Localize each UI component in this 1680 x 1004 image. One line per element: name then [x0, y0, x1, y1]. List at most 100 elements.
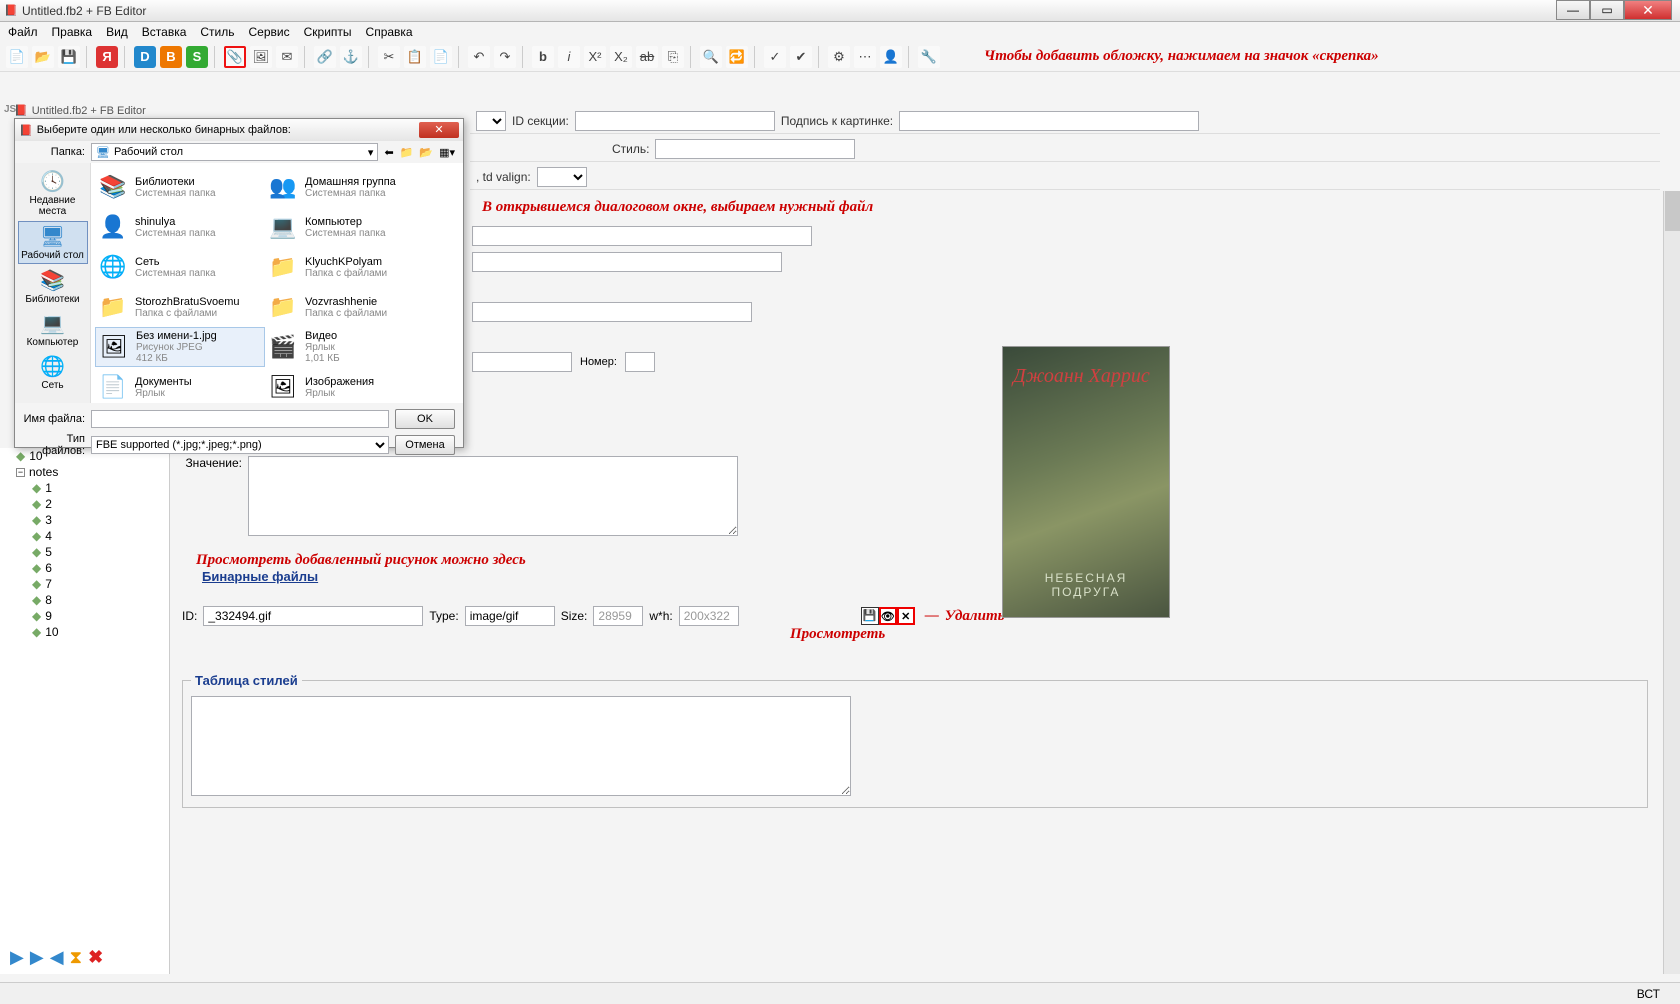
file-item[interactable]: 📄ДокументыЯрлык	[95, 367, 265, 403]
open-icon[interactable]: 📂	[32, 46, 54, 68]
ok-button[interactable]: OK	[395, 409, 455, 429]
find-icon[interactable]: 🔍	[700, 46, 722, 68]
text-input-2[interactable]	[472, 252, 782, 272]
menu-style[interactable]: Стиль	[200, 25, 234, 39]
menu-help[interactable]: Справка	[366, 25, 413, 39]
minimize-button[interactable]: —	[1556, 0, 1590, 20]
menu-view[interactable]: Вид	[106, 25, 128, 39]
side-computer[interactable]: 💻Компьютер	[18, 309, 88, 350]
side-recent[interactable]: 🕓Недавние места	[18, 167, 88, 219]
letter-y-icon[interactable]: Я	[96, 46, 118, 68]
tree-item[interactable]: ◆2	[0, 496, 169, 512]
strikethrough-icon[interactable]: ab	[636, 46, 658, 68]
filetype-select[interactable]: FBE supported (*.jpg;*.jpeg;*.png)	[91, 436, 389, 454]
tree-notes[interactable]: −notes	[0, 464, 169, 480]
copy-icon[interactable]: 📋	[404, 46, 426, 68]
views-icon[interactable]: ▦▾	[439, 146, 455, 159]
binary-type-input[interactable]	[465, 606, 555, 626]
maximize-button[interactable]: ▭	[1590, 0, 1624, 20]
side-libraries[interactable]: 📚Библиотеки	[18, 266, 88, 307]
tool-icon[interactable]: 🔧	[918, 46, 940, 68]
file-item[interactable]: 🖼ИзображенияЯрлык	[265, 367, 435, 403]
settings-icon[interactable]: ⚙	[828, 46, 850, 68]
letter-d-icon[interactable]: D	[134, 46, 156, 68]
anchor-icon[interactable]: ⚓	[340, 46, 362, 68]
link-icon[interactable]: 🔗	[314, 46, 336, 68]
menu-insert[interactable]: Вставка	[142, 25, 187, 39]
delete-binary-icon[interactable]: ✕	[897, 607, 915, 625]
paste-icon[interactable]: 📄	[430, 46, 452, 68]
file-item[interactable]: 🖼Без имени-1.jpgРисунок JPEG412 КБ	[95, 327, 265, 367]
file-item[interactable]: 🌐СетьСистемная папка	[95, 247, 265, 287]
menu-scripts[interactable]: Скрипты	[304, 25, 352, 39]
caption-input[interactable]	[899, 111, 1199, 131]
undo-icon[interactable]: ↶	[468, 46, 490, 68]
tree-item[interactable]: ◆6	[0, 560, 169, 576]
spell-icon[interactable]: ✓	[764, 46, 786, 68]
back-icon[interactable]: ⬅	[384, 146, 393, 159]
td-valign-select[interactable]	[537, 167, 587, 187]
style-input[interactable]	[655, 139, 855, 159]
dialog-close-button[interactable]: ✕	[419, 122, 459, 138]
value-textarea[interactable]	[248, 456, 738, 536]
file-item[interactable]: 👤shinulyaСистемная папка	[95, 207, 265, 247]
bold-icon[interactable]: b	[532, 46, 554, 68]
arrow-right2-icon[interactable]: ▶	[30, 947, 44, 968]
save-binary-icon[interactable]: 💾	[861, 607, 879, 625]
text-input-1[interactable]	[472, 226, 812, 246]
hourglass-icon[interactable]: ⧗	[70, 947, 83, 968]
side-desktop[interactable]: 🖥Рабочий стол	[18, 221, 88, 264]
id-section-input[interactable]	[575, 111, 775, 131]
cut-icon[interactable]: ✂	[378, 46, 400, 68]
view-binary-icon[interactable]: 👁	[879, 607, 897, 625]
text-input-3[interactable]	[472, 302, 752, 322]
tree-item[interactable]: ◆1	[0, 480, 169, 496]
new-icon[interactable]: 📄	[6, 46, 28, 68]
more-icon[interactable]: ⋯	[854, 46, 876, 68]
tree-item[interactable]: ◆8	[0, 592, 169, 608]
styles-textarea[interactable]	[191, 696, 851, 796]
filename-input[interactable]	[91, 410, 389, 428]
folder-dropdown[interactable]: 🖥 Рабочий стол ▾	[91, 143, 378, 161]
number-input[interactable]	[625, 352, 655, 372]
subscript-icon[interactable]: X₂	[610, 46, 632, 68]
file-item[interactable]: 📁VozvrashhenieПапка с файлами	[265, 287, 435, 327]
text-input-4[interactable]	[472, 352, 572, 372]
side-network[interactable]: 🌐Сеть	[18, 352, 88, 393]
tree-item[interactable]: ◆3	[0, 512, 169, 528]
up-icon[interactable]: 📁	[400, 146, 414, 159]
file-item[interactable]: 💻КомпьютерСистемная папка	[265, 207, 435, 247]
file-item[interactable]: 📚БиблиотекиСистемная папка	[95, 167, 265, 207]
letter-b-icon[interactable]: B	[160, 46, 182, 68]
code-icon[interactable]: ⎘	[662, 46, 684, 68]
attach-icon[interactable]: 📎	[224, 46, 246, 68]
image-icon[interactable]: 🖼	[250, 46, 272, 68]
vertical-scrollbar[interactable]	[1663, 191, 1680, 974]
tree-item[interactable]: ◆10	[0, 624, 169, 640]
cancel-button[interactable]: Отмена	[395, 435, 455, 455]
letter-s-icon[interactable]: S	[186, 46, 208, 68]
file-item[interactable]: 📁StorozhBratuSvoemuПапка с файлами	[95, 287, 265, 327]
mail-icon[interactable]: ✉	[276, 46, 298, 68]
tree-item[interactable]: ◆9	[0, 608, 169, 624]
replace-icon[interactable]: 🔁	[726, 46, 748, 68]
file-item[interactable]: 📁KlyuchKPolyamПапка с файлами	[265, 247, 435, 287]
close-button[interactable]: ✕	[1624, 0, 1672, 20]
arrow-right-icon[interactable]: ▶	[10, 947, 24, 968]
user-icon[interactable]: 👤	[880, 46, 902, 68]
validate-icon[interactable]: ✔	[790, 46, 812, 68]
arrow-left-icon[interactable]: ◀	[50, 947, 64, 968]
italic-icon[interactable]: i	[558, 46, 580, 68]
binary-id-input[interactable]	[203, 606, 423, 626]
menu-service[interactable]: Сервис	[249, 25, 290, 39]
superscript-icon[interactable]: X²	[584, 46, 606, 68]
tree-item[interactable]: ◆7	[0, 576, 169, 592]
dropdown[interactable]	[476, 111, 506, 131]
redo-icon[interactable]: ↷	[494, 46, 516, 68]
tree-item[interactable]: ◆5	[0, 544, 169, 560]
delete-icon[interactable]: ✖	[88, 947, 103, 968]
menu-file[interactable]: Файл	[8, 25, 38, 39]
file-item[interactable]: 🎬ВидеоЯрлык1,01 КБ	[265, 327, 435, 367]
newfolder-icon[interactable]: 📂	[419, 146, 433, 159]
file-item[interactable]: 👥Домашняя группаСистемная папка	[265, 167, 435, 207]
